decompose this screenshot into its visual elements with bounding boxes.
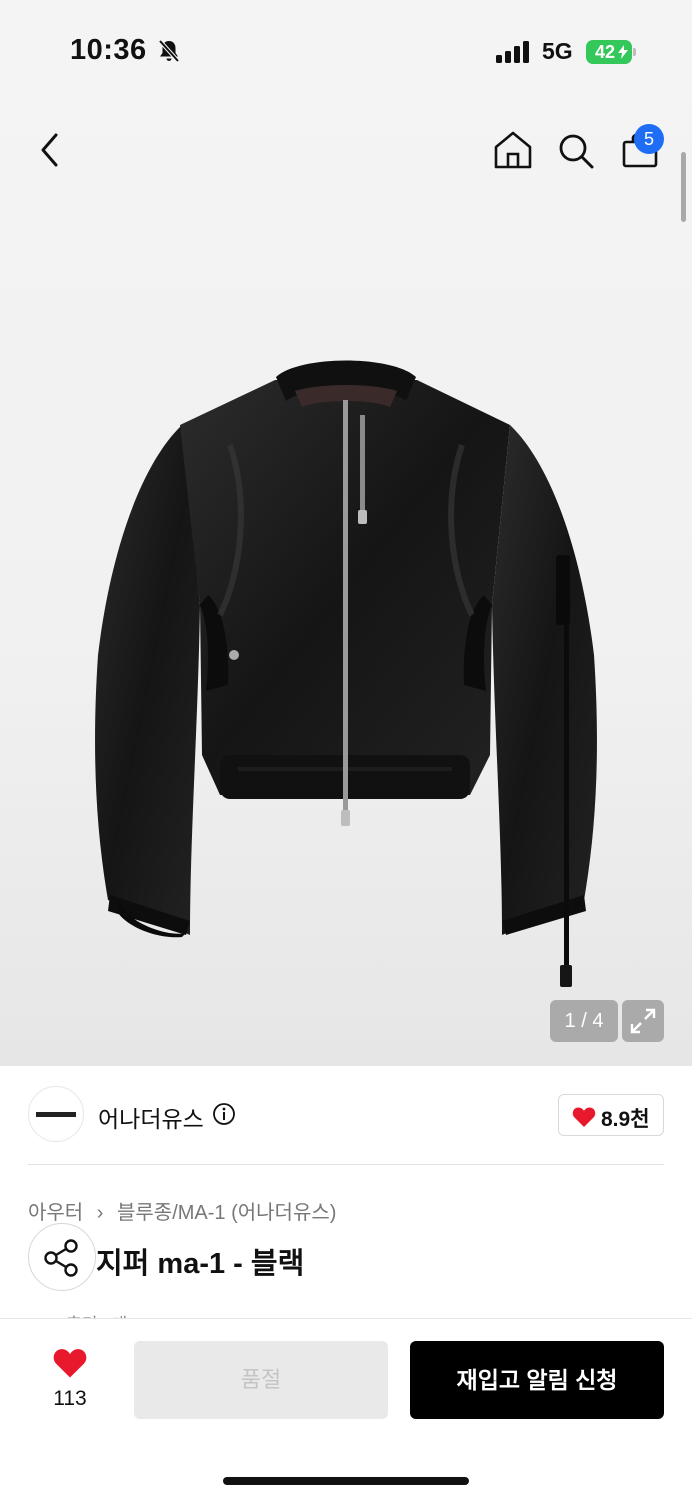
scrollbar[interactable]	[681, 152, 686, 222]
breadcrumb: 아우터 › 블루종/MA-1 (어나더유스)	[28, 1196, 336, 1225]
signal-icon	[496, 41, 532, 68]
breadcrumb-category[interactable]: 아우터	[28, 1202, 83, 1224]
divider	[28, 1164, 664, 1165]
heart-icon	[572, 1106, 596, 1133]
chevron-right-icon: ›	[96, 1202, 104, 1224]
network-label: 5G	[542, 38, 573, 64]
brand-like-count: 8.9천	[601, 1108, 650, 1131]
brand-name[interactable]: 어나더유스	[98, 1100, 204, 1134]
bottom-action-bar: 113 품절 재입고 알림 신청	[0, 1318, 692, 1500]
product-title: 지퍼 ma-1 - 블랙	[96, 1248, 305, 1280]
battery-tip	[633, 48, 636, 56]
expand-icon[interactable]	[622, 1000, 664, 1042]
home-indicator[interactable]	[223, 1477, 469, 1485]
like-count: 113	[53, 1387, 87, 1410]
info-icon[interactable]	[212, 1102, 236, 1126]
restock-alert-button[interactable]: 재입고 알림 신청	[410, 1341, 664, 1419]
share-icon[interactable]	[28, 1223, 96, 1291]
soldout-button: 품절	[134, 1341, 388, 1419]
brand-row[interactable]: 어나더유스 8.9천	[0, 1066, 692, 1166]
breadcrumb-subcategory[interactable]: 블루종/MA-1 (어나더유스)	[117, 1202, 336, 1224]
home-icon[interactable]	[492, 129, 534, 171]
cart-count-badge: 5	[634, 124, 664, 154]
brand-logo[interactable]	[28, 1086, 84, 1142]
product-image	[90, 355, 602, 1000]
brand-like-button[interactable]: 8.9천	[558, 1094, 664, 1136]
battery-charging-icon: 42	[586, 40, 632, 64]
status-time: 10:36	[70, 34, 147, 66]
status-bar: 10:36 5G 42	[0, 0, 692, 100]
image-counter: 1 / 4	[550, 1000, 618, 1042]
heart-icon[interactable]	[52, 1347, 88, 1384]
back-icon[interactable]	[34, 130, 68, 170]
search-icon[interactable]	[556, 131, 596, 171]
bell-slash-icon	[156, 38, 182, 69]
brand-logo-mark	[36, 1112, 76, 1117]
